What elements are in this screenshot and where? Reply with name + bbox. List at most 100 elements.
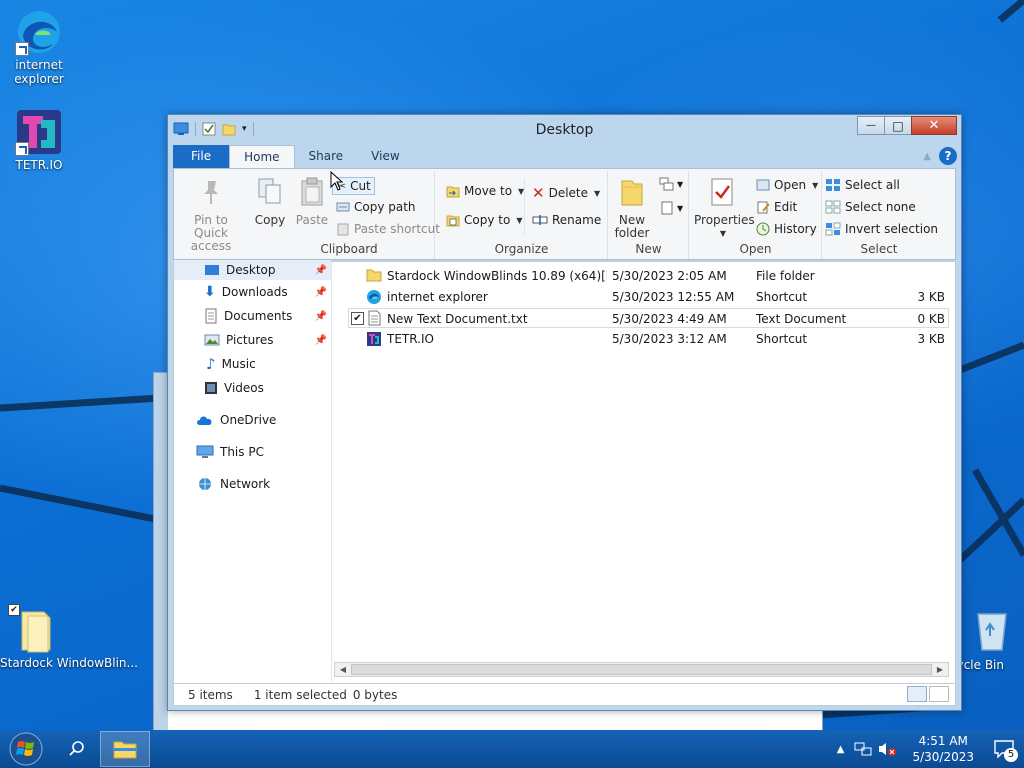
move-to-button[interactable]: Move to ▼ xyxy=(446,184,524,198)
desktop-icon-stardock[interactable]: ✔ Stardock WindowBlin... xyxy=(0,604,138,670)
nav-item-pictures[interactable]: Pictures 📌 xyxy=(174,330,331,350)
nav-item-videos[interactable]: Videos xyxy=(174,378,331,398)
maximize-icon: □ xyxy=(892,118,904,133)
maximize-button[interactable]: □ xyxy=(884,116,912,135)
copy-path-button[interactable]: Copy path xyxy=(336,200,416,214)
nav-item-label: Music xyxy=(221,357,256,371)
minimize-button[interactable]: — xyxy=(857,116,885,135)
nav-item-music[interactable]: ♪ Music xyxy=(174,354,331,374)
collapse-ribbon-icon[interactable]: ▲ xyxy=(923,151,931,162)
pin-icon[interactable]: 📌 xyxy=(315,311,327,322)
easy-access-button[interactable]: ▼ xyxy=(659,201,683,215)
desktop-icon-internet-explorer[interactable]: internet explorer xyxy=(1,8,77,86)
properties-label: Properties xyxy=(694,213,755,227)
scroll-left-icon[interactable]: ◀ xyxy=(336,664,350,675)
pin-icon[interactable]: 📌 xyxy=(315,335,327,346)
pin-icon[interactable]: 📌 xyxy=(315,265,327,276)
invert-selection-button[interactable]: Invert selection xyxy=(825,222,938,236)
notification-badge: 5 xyxy=(1004,748,1018,762)
file-date: 5/30/2023 12:55 AM xyxy=(612,290,735,304)
select-none-button[interactable]: Select none xyxy=(825,200,916,214)
network-icon xyxy=(199,478,211,490)
tab-share[interactable]: Share xyxy=(295,145,358,168)
clock-date: 5/30/2023 xyxy=(912,750,974,764)
table-row[interactable]: internet explorer 5/30/2023 12:55 AM Sho… xyxy=(348,287,949,307)
copy-icon xyxy=(258,178,281,204)
new-folder-icon xyxy=(621,180,643,206)
navigation-pane[interactable]: Desktop 📌 ⬇ Downloads 📌 Documents 📌 Pict… xyxy=(174,260,332,683)
table-row[interactable]: Stardock WindowBlinds 10.89 (x64)[Pe... … xyxy=(348,266,949,286)
file-list[interactable]: Stardock WindowBlinds 10.89 (x64)[Pe... … xyxy=(334,262,955,683)
edge-icon xyxy=(15,8,63,56)
nav-item-this-pc[interactable]: This PC xyxy=(174,442,331,462)
delete-button[interactable]: ✕ Delete ▼ xyxy=(532,184,600,202)
dropdown-arrow-icon: ▼ xyxy=(516,215,523,225)
tab-file[interactable]: File xyxy=(173,145,230,168)
nav-item-network[interactable]: Network xyxy=(174,474,331,494)
copy-to-button[interactable]: Copy to ▼ xyxy=(446,213,522,227)
nav-item-downloads[interactable]: ⬇ Downloads 📌 xyxy=(174,282,331,302)
open-icon xyxy=(756,179,770,191)
properties-button[interactable]: Properties ▼ xyxy=(694,177,755,240)
select-none-label: Select none xyxy=(845,200,916,214)
copy-button[interactable]: Copy xyxy=(250,177,290,227)
desktop-icon-tetr-io[interactable]: TETR.IO xyxy=(1,108,77,172)
shortcut-arrow-icon xyxy=(15,142,29,156)
file-size: 0 KB xyxy=(917,312,945,326)
file-date: 5/30/2023 3:12 AM xyxy=(612,332,727,346)
tab-view[interactable]: View xyxy=(357,145,413,168)
nav-item-label: Documents xyxy=(224,309,293,323)
new-item-button[interactable]: ▼ xyxy=(659,177,683,191)
network-status-icon[interactable] xyxy=(854,741,872,757)
paste-button[interactable]: Paste xyxy=(292,177,332,227)
nav-item-label: Downloads xyxy=(221,285,288,299)
ribbon-tabs: File Home Share View xyxy=(173,145,414,168)
row-checkbox[interactable]: ✔ xyxy=(351,312,364,325)
file-name: TETR.IO xyxy=(387,332,434,346)
help-icon[interactable]: ? xyxy=(939,147,957,165)
search-button[interactable] xyxy=(52,731,102,767)
paste-shortcut-button[interactable]: Paste shortcut xyxy=(336,222,440,236)
close-button[interactable]: ✕ xyxy=(911,116,957,135)
taskbar-file-explorer[interactable] xyxy=(100,731,150,767)
new-folder-label: New folder xyxy=(614,213,650,240)
show-hidden-icons-icon[interactable]: ▲ xyxy=(837,744,845,755)
history-button[interactable]: History xyxy=(756,222,817,236)
volume-muted-icon[interactable] xyxy=(878,741,898,757)
system-clock[interactable]: 4:51 AM 5/30/2023 xyxy=(902,733,984,765)
file-explorer-window[interactable]: ▾ Desktop — □ ✕ File Home Share View ▲ ?… xyxy=(167,114,962,711)
details-view-button[interactable] xyxy=(907,686,927,702)
system-tray: ▲ 4:51 AM 5/30/2023 5 xyxy=(837,730,1024,768)
move-to-icon xyxy=(446,186,460,198)
select-all-icon xyxy=(826,179,840,191)
open-group-label: Open xyxy=(739,242,772,256)
scrollbar-thumb[interactable] xyxy=(351,664,932,675)
table-row[interactable]: ✔ New Text Document.txt 5/30/2023 4:49 A… xyxy=(348,308,949,328)
organize-group-label: Organize xyxy=(494,242,549,256)
horizontal-scrollbar[interactable]: ◀ ▶ xyxy=(334,662,949,677)
table-row[interactable]: TETR.IO 5/30/2023 3:12 AM Shortcut 3 KB xyxy=(348,329,949,349)
tab-home[interactable]: Home xyxy=(229,145,295,168)
onedrive-cloud-icon xyxy=(197,416,212,425)
nav-item-onedrive[interactable]: OneDrive xyxy=(174,410,331,430)
rename-button[interactable]: Rename xyxy=(532,213,601,227)
select-all-button[interactable]: Select all xyxy=(825,178,900,192)
paste-label: Paste xyxy=(295,213,329,227)
download-arrow-icon: ⬇ xyxy=(204,284,216,300)
scroll-right-icon[interactable]: ▶ xyxy=(933,664,947,675)
paste-icon xyxy=(301,177,323,206)
nav-item-desktop[interactable]: Desktop 📌 xyxy=(174,260,331,280)
edit-button[interactable]: Edit xyxy=(756,200,797,214)
large-icons-view-button[interactable] xyxy=(929,686,949,702)
notification-center-button[interactable]: 5 xyxy=(984,730,1024,768)
selection-checkbox[interactable]: ✔ xyxy=(8,604,20,616)
start-button[interactable] xyxy=(0,730,52,768)
title-bar[interactable]: ▾ Desktop — □ ✕ xyxy=(168,115,961,145)
pin-icon[interactable]: 📌 xyxy=(315,287,327,298)
history-icon xyxy=(756,222,770,236)
nav-item-label: Desktop xyxy=(226,263,276,277)
ribbon-separator xyxy=(524,179,525,235)
open-button[interactable]: Open ▼ xyxy=(756,178,818,192)
new-folder-button[interactable]: New folder xyxy=(609,177,655,240)
nav-item-documents[interactable]: Documents 📌 xyxy=(174,306,331,326)
